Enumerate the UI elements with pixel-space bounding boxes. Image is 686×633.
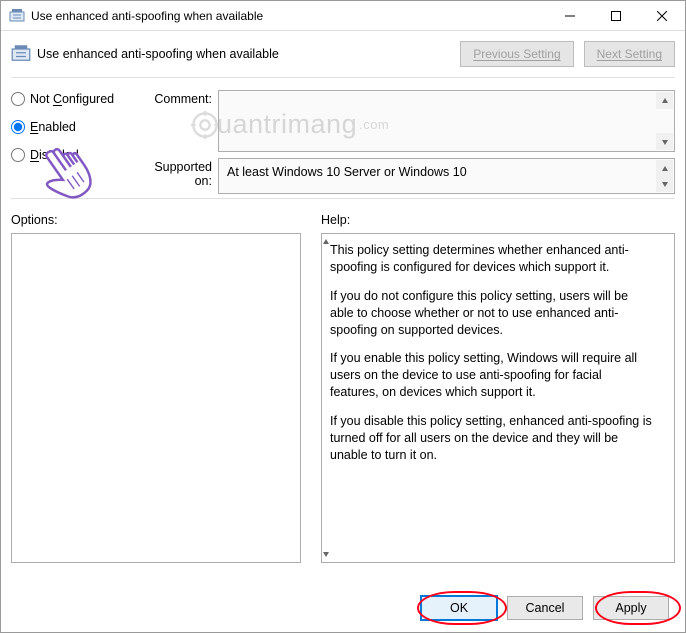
next-setting-button[interactable]: Next Setting bbox=[584, 41, 675, 67]
policy-icon bbox=[9, 8, 25, 24]
divider bbox=[11, 198, 675, 199]
titlebar: Use enhanced anti-spoofing when availabl… bbox=[1, 1, 685, 31]
radio-disabled-input[interactable] bbox=[11, 148, 25, 162]
supported-label: Supported on: bbox=[136, 158, 218, 188]
close-button[interactable] bbox=[639, 1, 685, 31]
radio-disabled[interactable]: Disabled bbox=[11, 148, 136, 162]
state-radio-group: Not Configured Enabled Disabled bbox=[11, 90, 136, 194]
dialog-buttons: OK Cancel Apply bbox=[421, 596, 669, 620]
options-panel bbox=[11, 233, 301, 563]
options-label: Options: bbox=[11, 213, 301, 227]
scroll-down-icon[interactable] bbox=[322, 547, 330, 561]
help-text: This policy setting determines whether e… bbox=[322, 234, 674, 484]
cancel-button[interactable]: Cancel bbox=[507, 596, 583, 620]
policy-icon bbox=[11, 44, 31, 64]
scroll-up-icon[interactable] bbox=[656, 92, 673, 109]
header-row: Use enhanced anti-spoofing when availabl… bbox=[1, 31, 685, 73]
ok-button[interactable]: OK bbox=[421, 596, 497, 620]
scroll-up-icon[interactable] bbox=[322, 235, 330, 249]
radio-enabled-input[interactable] bbox=[11, 120, 25, 134]
divider bbox=[11, 77, 675, 78]
window-title: Use enhanced anti-spoofing when availabl… bbox=[31, 9, 547, 23]
radio-not-configured-input[interactable] bbox=[11, 92, 25, 106]
minimize-button[interactable] bbox=[547, 1, 593, 31]
supported-textbox: At least Windows 10 Server or Windows 10 bbox=[218, 158, 675, 194]
apply-button[interactable]: Apply bbox=[593, 596, 669, 620]
help-label: Help: bbox=[321, 213, 675, 227]
radio-not-configured[interactable]: Not Configured bbox=[11, 92, 136, 106]
supported-text: At least Windows 10 Server or Windows 10 bbox=[219, 159, 674, 185]
previous-setting-button[interactable]: Previous Setting bbox=[460, 41, 573, 67]
radio-enabled[interactable]: Enabled bbox=[11, 120, 136, 134]
scroll-down-icon[interactable] bbox=[656, 175, 673, 192]
scroll-down-icon[interactable] bbox=[656, 133, 673, 150]
comment-label: Comment: bbox=[136, 90, 218, 106]
maximize-button[interactable] bbox=[593, 1, 639, 31]
comment-textbox[interactable] bbox=[218, 90, 675, 152]
policy-title: Use enhanced anti-spoofing when availabl… bbox=[37, 47, 279, 61]
help-panel: This policy setting determines whether e… bbox=[321, 233, 675, 563]
